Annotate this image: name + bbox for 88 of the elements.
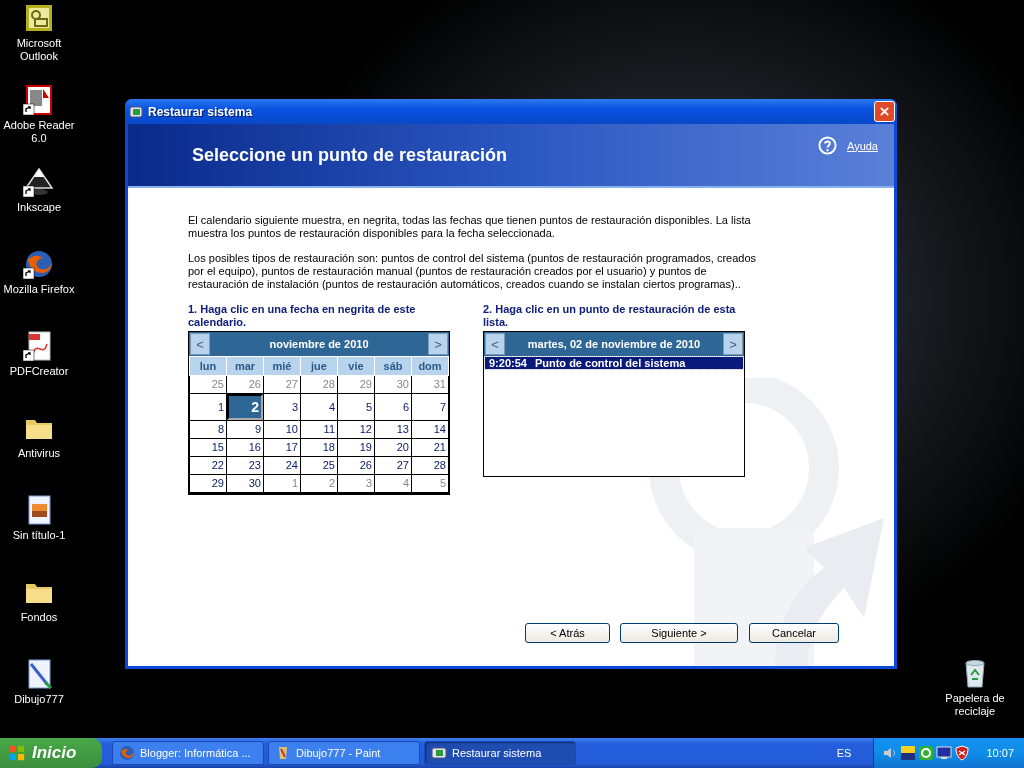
taskbar-button[interactable]: Dibujo777 - Paint bbox=[268, 741, 420, 765]
desktop-icon-label[interactable]: Microsoft Outlook bbox=[0, 37, 78, 63]
calendar-day[interactable]: 30 bbox=[375, 376, 411, 393]
desktop-icon-label[interactable]: Fondos bbox=[20, 611, 58, 624]
tray-app-icon[interactable] bbox=[918, 745, 935, 761]
calendar-day[interactable]: 21 bbox=[412, 439, 448, 456]
mountain-icon[interactable] bbox=[23, 166, 55, 198]
calendar-day[interactable]: 25 bbox=[190, 376, 226, 393]
calendar-day[interactable]: 9 bbox=[227, 421, 263, 438]
calendar-day[interactable]: 1 bbox=[264, 475, 300, 492]
instruction-text: El calendario siguiente muestra, en negrita, todas las fechas que tienen puntos de restauración disponibles. La lista muestra los puntos de restauración disponibles para la fecha seleccionada. bbox=[188, 214, 752, 240]
help-icon[interactable] bbox=[818, 136, 837, 155]
globe-icon[interactable] bbox=[23, 248, 55, 280]
wizard-button[interactable]: < Atrás bbox=[525, 623, 610, 643]
calendar-day[interactable]: 23 bbox=[227, 457, 263, 474]
document-icon[interactable] bbox=[23, 84, 55, 116]
close-button[interactable] bbox=[874, 101, 895, 122]
calendar-day[interactable]: 20 bbox=[375, 439, 411, 456]
calendar-day[interactable]: 15 bbox=[190, 439, 226, 456]
weekday-header: dom bbox=[411, 356, 449, 376]
wizard-button[interactable]: Siguiente > bbox=[620, 623, 738, 643]
step-heading: 1. Haga clic en una fecha en negrita de este calendario. bbox=[188, 303, 417, 330]
language-indicator[interactable]: ES bbox=[836, 747, 852, 759]
calendar-day[interactable]: 12 bbox=[338, 421, 374, 438]
calendar-day[interactable]: 2 bbox=[301, 475, 337, 492]
window-app-icon[interactable] bbox=[431, 745, 447, 761]
weekday-header: jue bbox=[300, 356, 338, 376]
calendar-day[interactable]: 14 bbox=[412, 421, 448, 438]
window-title: Restaurar sistema bbox=[148, 104, 254, 119]
taskbar-button[interactable]: Restaurar sistema bbox=[424, 741, 576, 765]
weekday-header: mar bbox=[226, 356, 264, 376]
calendar-day[interactable]: 27 bbox=[375, 457, 411, 474]
start-button[interactable]: Inicio bbox=[0, 738, 102, 768]
help-link[interactable]: Ayuda bbox=[847, 139, 878, 152]
calendar-day[interactable]: 13 bbox=[375, 421, 411, 438]
calendar-day[interactable]: 5 bbox=[412, 475, 448, 492]
next-month-button[interactable]: > bbox=[428, 333, 448, 355]
calendar-day[interactable]: 28 bbox=[301, 376, 337, 393]
calendar-day[interactable]: 16 bbox=[227, 439, 263, 456]
desktop-icon-label[interactable]: Antivirus bbox=[17, 447, 61, 460]
next-day-button[interactable]: > bbox=[723, 333, 743, 355]
calendar-day[interactable]: 18 bbox=[301, 439, 337, 456]
month-title: noviembre de 2010 bbox=[268, 338, 370, 350]
previous-day-button[interactable]: < bbox=[485, 333, 505, 355]
calendar-day[interactable]: 29 bbox=[190, 475, 226, 492]
desktop-icon-label[interactable]: Inkscape bbox=[17, 201, 61, 214]
calendar-day[interactable]: 28 bbox=[412, 457, 448, 474]
date-title: martes, 02 de noviembre de 2010 bbox=[526, 338, 702, 350]
calendar-day[interactable]: 22 bbox=[190, 457, 226, 474]
desktop-icon-label[interactable]: Sin título-1 bbox=[12, 529, 66, 542]
weekday-header: mié bbox=[263, 356, 301, 376]
restore-point-item[interactable]: 9:20:54 Punto de control del sistema bbox=[485, 357, 743, 369]
calendar-day[interactable]: 24 bbox=[264, 457, 300, 474]
calendar-day[interactable]: 27 bbox=[264, 376, 300, 393]
desktop-icon-label[interactable]: PDFCreator bbox=[9, 365, 69, 378]
calendar-day[interactable]: 26 bbox=[227, 376, 263, 393]
calendar-day[interactable]: 4 bbox=[375, 475, 411, 492]
calendar-day[interactable]: 10 bbox=[264, 421, 300, 438]
previous-month-button[interactable]: < bbox=[190, 333, 210, 355]
monitor-icon[interactable] bbox=[936, 745, 953, 761]
calendar-day[interactable]: 2 bbox=[227, 394, 263, 420]
tray-app-icon[interactable] bbox=[900, 745, 917, 761]
calendar-day[interactable]: 29 bbox=[338, 376, 374, 393]
calendar-day[interactable]: 11 bbox=[301, 421, 337, 438]
weekday-header: vie bbox=[337, 356, 375, 376]
shield-icon[interactable] bbox=[954, 745, 971, 761]
calendar-day[interactable]: 31 bbox=[412, 376, 448, 393]
calendar-day[interactable]: 19 bbox=[338, 439, 374, 456]
weekday-header: lun bbox=[189, 356, 227, 376]
page-heading: Seleccione un punto de restauración bbox=[192, 144, 508, 166]
calendar-day[interactable]: 3 bbox=[338, 475, 374, 492]
wizard-button[interactable]: Cancelar bbox=[749, 623, 839, 643]
desktop-icon-label[interactable]: Papelera de reciclaje bbox=[936, 692, 1014, 718]
calendar-day[interactable]: 17 bbox=[264, 439, 300, 456]
step-heading: 2. Haga clic en un punto de restauración de esta lista. bbox=[483, 303, 737, 330]
desktop-icon-label[interactable]: Mozilla Firefox bbox=[3, 283, 75, 296]
instruction-text: Los posibles tipos de restauración son: puntos de control del sistema (puntos de restauración programados, creados por el equipo), puntos de restauración manual (puntos de restauración creados por el usuario) y puntos de restauración de instalación (puntos de restauración automáticos, creados cuando se instalan ciertos programas).. bbox=[188, 252, 758, 291]
desktop-icon-label[interactable]: Adobe Reader 6.0 bbox=[0, 119, 78, 145]
calendar-day[interactable]: 25 bbox=[301, 457, 337, 474]
weekday-header: sáb bbox=[374, 356, 412, 376]
clock: 10:07 bbox=[986, 747, 1014, 759]
restore-icon bbox=[128, 103, 144, 120]
close-icon[interactable] bbox=[879, 106, 890, 117]
desktop-icon-label[interactable]: Dibujo777 bbox=[14, 693, 64, 706]
calendar-day[interactable]: 26 bbox=[338, 457, 374, 474]
calendar-day[interactable]: 8 bbox=[190, 421, 226, 438]
calendar-day[interactable]: 30 bbox=[227, 475, 263, 492]
taskbar-button[interactable]: Blogger: Informática ... bbox=[112, 741, 264, 765]
